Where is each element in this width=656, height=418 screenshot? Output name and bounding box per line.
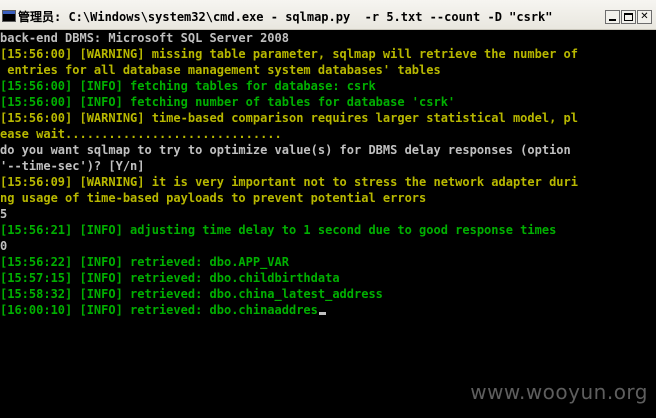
minimize-button[interactable] <box>605 10 620 24</box>
console-line: [15:56:00] [INFO] fetching tables for da… <box>0 79 376 93</box>
cmd-window: 管理员: C:\Windows\system32\cmd.exe - sqlma… <box>0 0 656 418</box>
console-line: 5 <box>0 207 8 221</box>
console-line: [15:56:21] [INFO] adjusting time delay t… <box>0 223 557 237</box>
window-title: 管理员: C:\Windows\system32\cmd.exe - sqlma… <box>18 10 553 24</box>
console-line: [15:56:22] [INFO] retrieved: dbo.APP_VAR <box>0 255 289 269</box>
vertical-scrollbar[interactable] <box>640 30 656 418</box>
console-line: [15:57:15] [INFO] retrieved: dbo.childbi… <box>0 271 340 285</box>
scroll-thumb[interactable] <box>640 30 656 418</box>
title-bar[interactable]: 管理员: C:\Windows\system32\cmd.exe - sqlma… <box>0 0 656 30</box>
maximize-icon <box>624 13 633 21</box>
minimize-icon <box>609 19 616 21</box>
text-cursor <box>318 312 326 315</box>
background-text-fragment <box>0 0 90 8</box>
console-line: '--time-sec')? [Y/n] <box>0 159 145 173</box>
watermark: www.wooyun.org <box>470 380 648 404</box>
cmd-icon[interactable] <box>2 10 16 22</box>
close-icon: ✕ <box>640 11 649 22</box>
console-line: do you want sqlmap to try to optimize va… <box>0 143 571 157</box>
console-line: ng usage of time-based payloads to preve… <box>0 191 427 205</box>
maximize-button[interactable] <box>621 10 636 24</box>
console-line: entries for all database management syst… <box>0 63 441 77</box>
close-button[interactable]: ✕ <box>637 10 652 24</box>
console-line: ease wait.............................. <box>0 127 282 141</box>
console-line: [15:58:32] [INFO] retrieved: dbo.china_l… <box>0 287 383 301</box>
console-line: 0 <box>0 239 8 253</box>
console-line: [15:56:00] [WARNING] missing table param… <box>0 47 578 61</box>
console-line: [15:56:00] [INFO] fetching number of tab… <box>0 95 456 109</box>
console-line: back-end DBMS: Microsoft SQL Server 2008 <box>0 31 289 45</box>
console-line: [15:56:09] [WARNING] it is very importan… <box>0 175 578 189</box>
console-output[interactable]: back-end DBMS: Microsoft SQL Server 2008… <box>0 30 640 418</box>
console-line: [15:56:00] [WARNING] time-based comparis… <box>0 111 578 125</box>
console-line: [16:00:10] [INFO] retrieved: dbo.chinaad… <box>0 302 326 318</box>
